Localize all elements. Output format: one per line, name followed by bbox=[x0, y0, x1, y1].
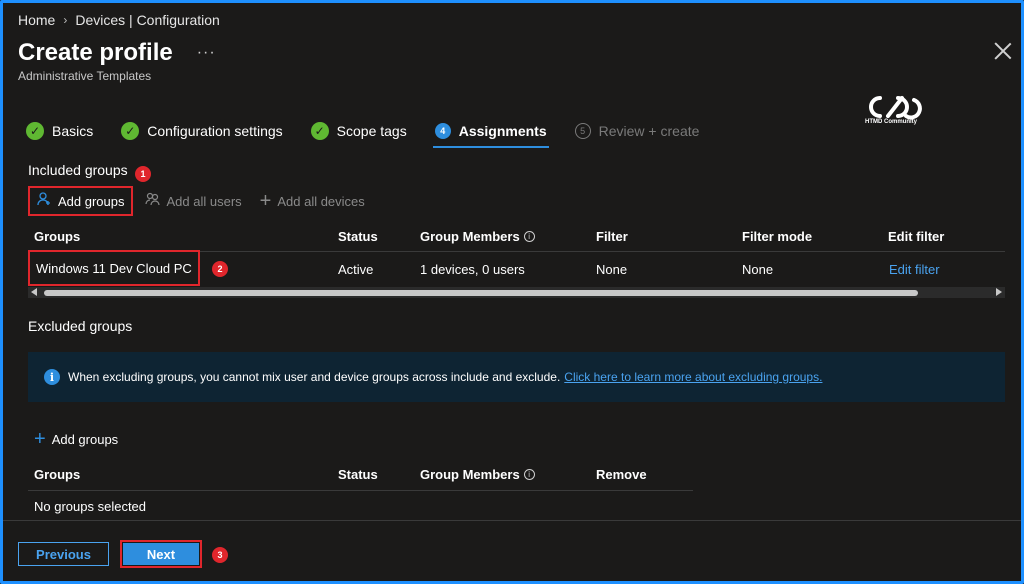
learn-more-link[interactable]: Click here to learn more about excluding… bbox=[564, 370, 822, 384]
step-scope-tags[interactable]: ✓ Scope tags bbox=[310, 118, 407, 144]
logo-text: HTMD Community bbox=[865, 119, 917, 125]
row-status: Active bbox=[338, 261, 374, 277]
add-user-icon bbox=[36, 191, 52, 212]
horizontal-scrollbar[interactable] bbox=[28, 287, 1005, 298]
step-label: Configuration settings bbox=[147, 123, 283, 139]
check-circle-icon: ✓ bbox=[26, 122, 44, 140]
table-row: No groups selected bbox=[28, 492, 693, 520]
column-group-members-label: Group Members bbox=[420, 466, 520, 482]
check-circle-icon: ✓ bbox=[310, 122, 329, 140]
column-groups: Groups bbox=[34, 466, 81, 482]
step-label: Review + create bbox=[598, 123, 700, 139]
previous-button[interactable]: Previous bbox=[18, 542, 109, 566]
step-assignments[interactable]: 4 Assignments bbox=[432, 118, 549, 148]
row-group-members: 1 devices, 0 users bbox=[420, 261, 525, 277]
annotation-badge-2-wrap: 2 bbox=[212, 253, 228, 285]
scrollbar-thumb[interactable] bbox=[44, 290, 918, 296]
close-icon[interactable] bbox=[994, 42, 1012, 60]
table-row: Windows 11 Dev Cloud PC 2 Active 1 devic… bbox=[28, 250, 1005, 286]
breadcrumb: Home › Devices | Configuration bbox=[18, 12, 220, 28]
edit-filter-link[interactable]: Edit filter bbox=[889, 253, 940, 285]
next-button-highlight: Next bbox=[120, 540, 202, 568]
column-edit-filter: Edit filter bbox=[888, 229, 945, 244]
column-group-members-label: Group Members bbox=[420, 229, 520, 244]
annotation-badge-2: 2 bbox=[212, 261, 228, 277]
table-header: Groups Status Group Members i Remove bbox=[28, 458, 693, 491]
users-icon bbox=[144, 191, 161, 212]
add-all-devices-button[interactable]: + Add all devices bbox=[254, 186, 371, 216]
excluded-groups-label: Excluded groups bbox=[28, 318, 133, 334]
row-filter-mode: None bbox=[742, 261, 774, 277]
step-configuration-settings[interactable]: ✓ Configuration settings bbox=[121, 118, 283, 144]
step-number-icon: 5 bbox=[574, 123, 591, 139]
annotation-badge-1: 1 bbox=[135, 166, 151, 182]
next-button[interactable]: Next bbox=[123, 543, 199, 565]
step-basics[interactable]: ✓ Basics bbox=[26, 118, 93, 144]
column-remove: Remove bbox=[596, 466, 647, 482]
add-all-users-button[interactable]: Add all users bbox=[139, 186, 248, 216]
group-name-cell[interactable]: Windows 11 Dev Cloud PC bbox=[28, 250, 200, 286]
step-number-icon: 4 bbox=[434, 123, 451, 139]
step-label: Scope tags bbox=[336, 123, 407, 139]
table-header: Groups Status Group Members i Filter Fil… bbox=[28, 222, 1005, 252]
info-banner-text: When excluding groups, you cannot mix us… bbox=[68, 370, 561, 384]
annotation-badge-3: 3 bbox=[212, 547, 228, 563]
empty-message: No groups selected bbox=[34, 498, 147, 514]
plus-icon: + bbox=[34, 427, 46, 450]
excluded-add-groups-label: Add groups bbox=[51, 431, 119, 447]
page-subtitle: Administrative Templates bbox=[18, 69, 152, 83]
group-name: Windows 11 Dev Cloud PC bbox=[36, 260, 192, 276]
more-options-icon[interactable]: ··· bbox=[197, 44, 216, 62]
column-filter: Filter bbox=[596, 229, 628, 244]
included-groups-table: Groups Status Group Members i Filter Fil… bbox=[28, 222, 1005, 286]
step-review-create: 5 Review + create bbox=[574, 118, 700, 144]
info-icon[interactable]: i bbox=[523, 468, 535, 480]
add-groups-label: Add groups bbox=[58, 193, 125, 209]
step-label: Assignments bbox=[458, 123, 547, 139]
breadcrumb-home[interactable]: Home bbox=[18, 12, 55, 28]
column-filter-mode: Filter mode bbox=[742, 229, 813, 244]
column-groups: Groups bbox=[34, 229, 81, 244]
included-toolbar: Add groups Add all users + Add all devic… bbox=[28, 186, 371, 216]
chevron-right-icon: › bbox=[63, 13, 68, 27]
row-filter: None bbox=[596, 261, 628, 277]
add-groups-button[interactable]: Add groups bbox=[28, 186, 133, 216]
plus-icon: + bbox=[259, 189, 272, 212]
scroll-right-icon[interactable] bbox=[996, 288, 1002, 296]
info-icon[interactable]: i bbox=[523, 231, 535, 242]
excluded-groups-table: Groups Status Group Members i Remove No … bbox=[28, 458, 693, 520]
excluded-add-groups-button[interactable]: + Add groups bbox=[28, 424, 124, 454]
column-status: Status bbox=[338, 229, 378, 244]
info-banner: i When excluding groups, you cannot mix … bbox=[28, 352, 1005, 402]
scroll-left-icon[interactable] bbox=[31, 288, 37, 296]
column-group-members: Group Members i bbox=[420, 458, 535, 490]
add-all-devices-label: Add all devices bbox=[277, 193, 365, 209]
page-title-row: Create profile ··· bbox=[18, 39, 216, 67]
column-status: Status bbox=[338, 466, 378, 482]
check-circle-icon: ✓ bbox=[121, 122, 140, 140]
breadcrumb-devices-configuration[interactable]: Devices | Configuration bbox=[75, 12, 219, 28]
info-icon: i bbox=[44, 369, 60, 385]
column-group-members: Group Members i bbox=[420, 222, 535, 251]
page-title: Create profile bbox=[18, 39, 173, 66]
step-label: Basics bbox=[52, 123, 94, 139]
included-groups-label: Included groups bbox=[28, 162, 128, 178]
footer-divider bbox=[3, 520, 1021, 521]
add-all-users-label: Add all users bbox=[166, 193, 242, 209]
wizard-steps: ✓ Basics ✓ Configuration settings ✓ Scop… bbox=[26, 118, 727, 148]
